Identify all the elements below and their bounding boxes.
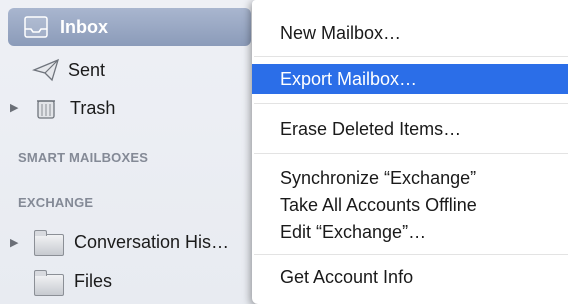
disclosure-triangle-icon[interactable]: ▶ (10, 236, 18, 249)
sidebar-item-label: Trash (70, 97, 116, 118)
smart-mailboxes-header[interactable]: SMART MAILBOXES (18, 150, 148, 165)
exchange-header[interactable]: EXCHANGE (18, 195, 93, 210)
menu-item-take-accounts-offline[interactable]: Take All Accounts Offline (252, 190, 568, 220)
sidebar-item-conversation-history[interactable]: ▶ Conversation His… (0, 222, 255, 262)
sidebar-item-label: Sent (68, 59, 106, 80)
sidebar-item-trash[interactable]: ▶ Trash (0, 88, 255, 128)
context-menu: New Mailbox… Export Mailbox… Erase Delet… (252, 0, 568, 304)
folder-icon (34, 230, 64, 256)
trash-can-icon (34, 96, 58, 120)
sidebar-item-label: Files (74, 271, 113, 291)
disclosure-triangle-icon[interactable]: ▶ (10, 101, 18, 114)
sidebar-item-label: Conversation His… (74, 232, 230, 252)
sidebar-item-files[interactable]: Files (0, 262, 255, 302)
menu-item-export-mailbox[interactable]: Export Mailbox… (252, 64, 568, 94)
menu-item-get-account-info[interactable]: Get Account Info (252, 262, 568, 292)
sidebar-item-sent[interactable]: Sent (0, 50, 255, 90)
menu-separator (254, 153, 568, 154)
inbox-tray-icon (22, 16, 50, 38)
menu-separator (254, 56, 568, 57)
menu-separator (254, 254, 568, 255)
menu-item-synchronize-exchange[interactable]: Synchronize “Exchange” (252, 163, 568, 193)
menu-item-erase-deleted-items[interactable]: Erase Deleted Items… (252, 114, 568, 144)
menu-item-edit-exchange[interactable]: Edit “Exchange”… (252, 217, 568, 247)
sidebar-item-inbox[interactable]: Inbox (8, 8, 251, 46)
folder-icon (34, 270, 64, 296)
menu-separator (254, 103, 568, 104)
sidebar-item-label: Inbox (60, 16, 108, 37)
paper-plane-icon (32, 58, 60, 82)
menu-item-new-mailbox[interactable]: New Mailbox… (252, 18, 568, 48)
mailbox-sidebar: Inbox Sent ▶ Trash SMART MAILBOXES EXCHA… (0, 0, 255, 304)
